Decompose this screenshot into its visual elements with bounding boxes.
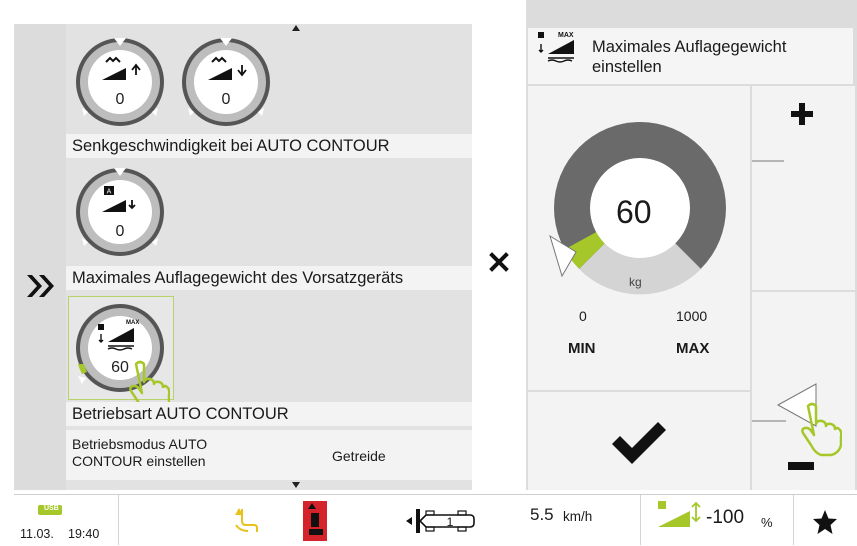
gauge-unit: kg [629, 275, 642, 289]
status-time: 19:40 [68, 527, 100, 541]
settings-list[interactable]: 0 0 Senkgeschwindigkeit bei AUTO CONTOUR… [66, 24, 472, 490]
close-button[interactable] [472, 24, 526, 490]
favorites-button[interactable] [796, 499, 854, 543]
max-weight-popup: MAX Maximales Auflagegewicht einstellen … [526, 0, 857, 490]
alarm-icon[interactable] [303, 501, 327, 541]
lowering-speed-up-dial[interactable]: 0 [74, 36, 166, 128]
lowering-speed-down-dial[interactable]: 0 [180, 36, 272, 128]
scale-tick [752, 160, 784, 162]
star-icon [813, 510, 837, 534]
max-weight-icon [98, 324, 104, 330]
scroll-up-button[interactable] [66, 24, 472, 34]
svg-text:A: A [107, 189, 112, 196]
mode-setting-label: Betriebsmodus AUTO CONTOUR einstellen [72, 436, 208, 469]
usb-icon: USB [38, 505, 62, 515]
gauge-min-label: MIN [568, 340, 596, 357]
auto-contour-dial[interactable]: A 0 [74, 166, 166, 258]
double-chevron-right-icon [27, 275, 54, 297]
decrease-button[interactable] [752, 292, 855, 490]
dial-value: 0 [116, 91, 125, 108]
weight-gauge[interactable]: 60 kg 0 1000 MIN MAX [528, 86, 750, 390]
row-label-operating-mode: Betriebsart AUTO CONTOUR [66, 402, 472, 426]
gauge-max-value: 1000 [676, 308, 708, 324]
mode-setting-value: Getreide [332, 448, 386, 464]
row-label-lowering-speed: Senkgeschwindigkeit bei AUTO CONTOUR [66, 134, 472, 158]
hand-pointer-icon [801, 402, 842, 457]
gauge-max-label: MAX [676, 340, 710, 357]
scroll-down-button[interactable] [66, 480, 472, 490]
percent-unit: % [761, 515, 773, 530]
svg-text:MAX: MAX [558, 32, 574, 39]
plus-icon [791, 103, 813, 125]
gear-value: 1 [447, 515, 454, 529]
header-height-icon [658, 501, 701, 527]
gear-indicator-icon[interactable]: 1 [404, 507, 478, 535]
dial-value: 0 [116, 223, 125, 240]
expand-panel-button[interactable] [14, 24, 66, 490]
close-x-icon [489, 252, 509, 272]
header-percent-value: -100 [706, 507, 745, 528]
operating-mode-row[interactable]: Betriebsmodus AUTO CONTOUR einstellen Ge… [66, 430, 472, 480]
speed-unit: km/h [563, 509, 593, 524]
seat-warning-icon[interactable] [232, 505, 260, 535]
triangle-up-icon [292, 25, 300, 31]
svg-text:MAX: MAX [126, 320, 139, 326]
gauge-value: 60 [616, 194, 652, 230]
increase-button[interactable] [752, 86, 855, 290]
triangle-down-icon [292, 482, 300, 488]
gauge-min-value: 0 [579, 308, 587, 324]
dial-value: 0 [222, 91, 231, 108]
popup-title: Maximales Auflagegewicht einstellen [592, 38, 787, 76]
max-weight-header-icon: MAX [538, 32, 574, 63]
status-date: 11.03. [20, 527, 54, 541]
status-bar: USB 11.03. 19:40 1 5.5 km/h -100 % [14, 494, 857, 545]
minus-icon [788, 462, 814, 470]
popup-header: MAX Maximales Auflagegewicht einstellen [528, 28, 853, 84]
row-label-max-weight: Maximales Auflagegewicht des Vorsatzgerä… [66, 266, 472, 290]
checkmark-icon [612, 422, 666, 464]
speed-value: 5.5 [530, 505, 554, 524]
confirm-button[interactable] [528, 392, 750, 490]
